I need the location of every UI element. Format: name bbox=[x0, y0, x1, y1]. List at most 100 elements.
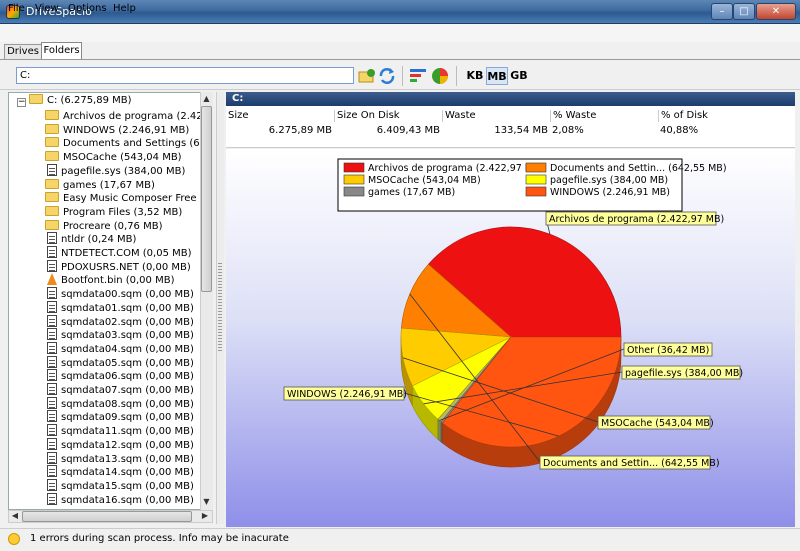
value-size: 6.275,89 MB bbox=[268, 125, 332, 136]
drive-header-bar bbox=[226, 92, 795, 106]
tree-item-label: sqmdata01.sqm (0,00 MB) bbox=[61, 302, 194, 314]
legend-swatch bbox=[343, 162, 365, 173]
tree-item-label: Archivos de programa (2.422,97 bbox=[63, 111, 213, 122]
file-icon bbox=[47, 492, 57, 505]
col-header-pct-disk: % of Disk bbox=[658, 110, 766, 122]
legend-swatch bbox=[525, 162, 547, 173]
tree-scroll-thumb[interactable] bbox=[201, 106, 212, 292]
maximize-button[interactable]: □ bbox=[733, 3, 755, 20]
slice-label: Other (36,42 MB) bbox=[627, 345, 709, 356]
scroll-up-icon[interactable]: ▲ bbox=[201, 94, 212, 103]
file-icon bbox=[47, 437, 57, 450]
pie-chart: Archivos de programa (2.422,97 MB) Docume… bbox=[283, 158, 743, 470]
slice-label: WINDOWS (2.246,91 MB) bbox=[287, 389, 407, 400]
legend-label: games (17,67 MB) bbox=[368, 187, 455, 198]
legend-label: MSOCache (543,04 MB) bbox=[368, 175, 481, 186]
menu-bar bbox=[0, 24, 800, 42]
scroll-right-icon[interactable]: ▶ bbox=[200, 511, 210, 520]
scroll-down-icon[interactable]: ▼ bbox=[201, 497, 212, 506]
splitter-grip[interactable] bbox=[218, 263, 222, 353]
tree-item[interactable]: sqmdata16.sqm (0,00 MB) bbox=[45, 492, 194, 508]
file-icon bbox=[47, 328, 57, 341]
tree-item-label: sqmdata13.sqm (0,00 MB) bbox=[61, 453, 194, 465]
unit-kb-button[interactable]: KB bbox=[464, 67, 486, 85]
col-header-waste: Waste bbox=[442, 110, 550, 122]
value-size-on-disk: 6.409,43 MB bbox=[376, 125, 440, 136]
file-icon bbox=[47, 478, 57, 491]
tree-item-label: sqmdata15.sqm (0,00 MB) bbox=[61, 480, 194, 492]
file-icon bbox=[47, 163, 57, 176]
bar-chart-view-icon[interactable] bbox=[408, 66, 428, 86]
unit-mb-button[interactable]: MB bbox=[486, 67, 508, 85]
col-header-pct-waste: % Waste bbox=[550, 110, 658, 122]
tree-item-label: sqmdata16.sqm (0,00 MB) bbox=[61, 494, 194, 506]
tree-item-label: MSOCache (543,04 MB) bbox=[63, 152, 182, 164]
menu-options[interactable]: Options bbox=[68, 3, 107, 14]
folder-icon bbox=[29, 94, 43, 104]
legend-label: Documents and Settin... (642,55 MB) bbox=[550, 163, 727, 174]
tree-item-label: sqmdata06.sqm (0,00 MB) bbox=[61, 371, 194, 383]
close-button[interactable]: ✕ bbox=[756, 3, 796, 20]
legend-label: Archivos de programa (2.422,97 MB) bbox=[368, 163, 543, 174]
tree-item-label: sqmdata08.sqm (0,00 MB) bbox=[61, 398, 194, 410]
tree-item-label: Bootfont.bin (0,00 MB) bbox=[61, 275, 175, 287]
tree-hscroll-thumb[interactable] bbox=[22, 511, 192, 522]
folder-icon bbox=[45, 219, 59, 230]
folder-icon bbox=[45, 151, 59, 162]
folder-icon bbox=[45, 178, 59, 189]
tree-item-label: PDOXUSRS.NET (0,00 MB) bbox=[61, 261, 191, 273]
tree-item-label: NTDETECT.COM (0,05 MB) bbox=[61, 248, 192, 259]
unit-gb-button[interactable]: GB bbox=[508, 67, 530, 85]
font-file-icon bbox=[47, 273, 57, 286]
menu-view[interactable]: View bbox=[35, 3, 59, 14]
file-icon bbox=[47, 259, 57, 272]
folder-icon bbox=[45, 205, 59, 216]
legend-swatch bbox=[343, 174, 365, 185]
file-icon bbox=[47, 232, 57, 245]
tab-folders[interactable]: Folders bbox=[41, 42, 82, 59]
toolbar-separator bbox=[456, 66, 457, 86]
status-text: 1 errors during scan process. Info may b… bbox=[30, 533, 289, 544]
tree-item-label: sqmdata11.sqm (0,00 MB) bbox=[61, 426, 194, 438]
refresh-icon[interactable] bbox=[377, 66, 397, 86]
folder-icon bbox=[45, 110, 59, 120]
tree-root-label: C: (6.275,89 MB) bbox=[47, 95, 132, 106]
tree-item-label: sqmdata12.sqm (0,00 MB) bbox=[61, 439, 194, 451]
file-icon bbox=[47, 355, 57, 368]
tree-item-label: Program Files (3,52 MB) bbox=[63, 206, 183, 218]
path-input[interactable] bbox=[16, 67, 354, 84]
menu-help[interactable]: Help bbox=[113, 3, 136, 14]
chart-legend: Archivos de programa (2.422,97 MB) Docume… bbox=[337, 158, 727, 212]
tab-drives[interactable]: Drives bbox=[4, 44, 42, 59]
tree-item-label: ntldr (0,24 MB) bbox=[61, 234, 137, 246]
scroll-left-icon[interactable]: ◀ bbox=[10, 511, 20, 520]
file-icon bbox=[47, 424, 57, 437]
file-icon bbox=[47, 341, 57, 354]
tree-root[interactable]: C: (6.275,89 MB) bbox=[29, 93, 132, 108]
folder-tree[interactable]: − C: (6.275,89 MB) Archivos de programa … bbox=[8, 92, 213, 510]
minimize-button[interactable]: – bbox=[711, 3, 733, 20]
scan-folder-icon[interactable] bbox=[357, 66, 377, 86]
tree-item-label: sqmdata00.sqm (0,00 MB) bbox=[61, 289, 194, 301]
file-icon bbox=[47, 465, 57, 478]
slice-label: MSOCache (543,04 MB) bbox=[601, 418, 714, 429]
tree-item-label: sqmdata03.sqm (0,00 MB) bbox=[61, 330, 194, 342]
tree-item-label: Easy Music Composer Free (14,1 bbox=[63, 193, 213, 205]
file-icon bbox=[47, 300, 57, 313]
warning-icon bbox=[8, 533, 20, 545]
pie-chart-view-icon[interactable] bbox=[430, 66, 450, 86]
file-icon bbox=[47, 369, 57, 382]
value-pct-waste: 2,08% bbox=[552, 125, 584, 136]
slice-label: Documents and Settin... (642,55 MB) bbox=[543, 458, 720, 469]
file-icon bbox=[47, 451, 57, 464]
menu-file[interactable]: File bbox=[8, 3, 25, 14]
tree-item-label: sqmdata02.sqm (0,00 MB) bbox=[61, 316, 194, 328]
collapse-icon[interactable]: − bbox=[17, 98, 26, 107]
tree-item-label: sqmdata04.sqm (0,00 MB) bbox=[61, 343, 194, 355]
toolbar-separator bbox=[402, 66, 403, 86]
tree-item-label: Documents and Settings (642,55 bbox=[63, 138, 213, 150]
file-icon bbox=[47, 396, 57, 409]
pie-slice-side bbox=[437, 418, 442, 443]
value-waste: 133,54 MB bbox=[494, 125, 548, 136]
legend-swatch bbox=[525, 174, 547, 185]
